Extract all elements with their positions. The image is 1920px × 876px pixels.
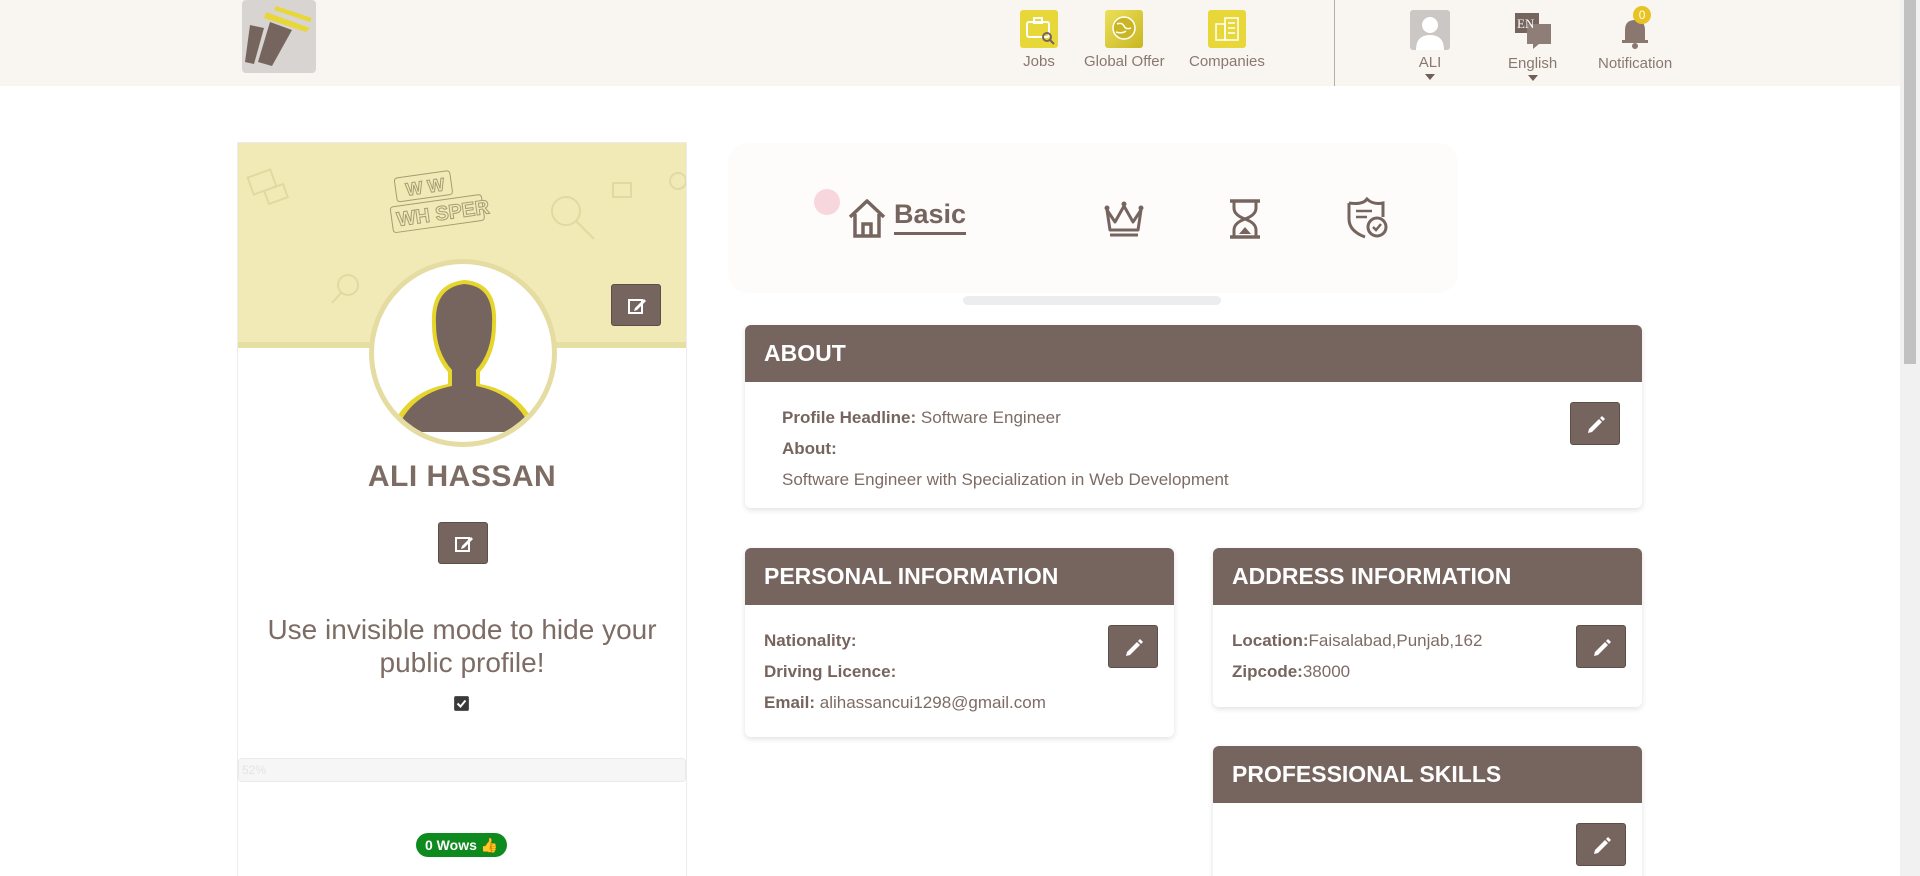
tabs-scroll-indicator[interactable] <box>963 296 1221 305</box>
about-headline-row: Profile Headline: Software Engineer <box>782 402 1605 433</box>
language-code: EN <box>1517 16 1535 31</box>
profile-completion-progress: 52% <box>238 758 686 782</box>
hourglass-icon <box>1230 199 1260 239</box>
location-row: Location:Faisalabad,Punjab,162 <box>1232 625 1623 656</box>
pencil-icon <box>1594 837 1611 854</box>
page-scrollbar[interactable] <box>1900 0 1920 876</box>
professional-skills-body <box>1213 803 1642 876</box>
email-value: alihassancui1298@gmail.com <box>819 693 1046 712</box>
about-row: About: <box>782 433 1605 464</box>
language-icon: EN <box>1513 10 1553 50</box>
tab-experience[interactable] <box>1227 198 1263 245</box>
personal-info-card: PERSONAL INFORMATION Nationality: Drivin… <box>745 548 1174 737</box>
nationality-row: Nationality: <box>764 625 1155 656</box>
app-logo[interactable] <box>242 0 316 73</box>
about-card: ABOUT Profile Headline: Software Enginee… <box>745 325 1642 508</box>
address-info-title: ADDRESS INFORMATION <box>1213 548 1642 605</box>
invisible-mode-checkbox[interactable] <box>454 696 469 711</box>
nav-companies[interactable]: Companies <box>1189 10 1265 70</box>
invisible-mode-text: Use invisible mode to hide your public p… <box>267 614 657 678</box>
nav-language[interactable]: EN English <box>1508 10 1557 81</box>
nav-global-offer-label: Global Offer <box>1084 53 1165 70</box>
scrollbar-thumb[interactable] <box>1904 0 1916 364</box>
check-icon <box>455 697 468 710</box>
notification-count-badge: 0 <box>1633 6 1652 24</box>
location-label: Location: <box>1232 631 1309 650</box>
wows-label: 0 Wows <box>425 837 477 853</box>
globe-icon <box>1105 10 1144 48</box>
edit-cover-button[interactable] <box>611 284 661 326</box>
nav-divider <box>1334 0 1335 86</box>
zipcode-value: 38000 <box>1302 662 1351 681</box>
address-info-body: Location:Faisalabad,Punjab,162 Zipcode:3… <box>1213 605 1642 707</box>
about-value: Software Engineer with Specialization in… <box>782 470 1229 489</box>
user-avatar-icon <box>1410 10 1450 50</box>
email-row: Email: alihassancui1298@gmail.com <box>764 687 1155 718</box>
location-value: Faisalabad,Punjab,162 <box>1308 631 1483 650</box>
profile-name: ALI HASSAN <box>367 460 557 493</box>
nav-global-offer[interactable]: Global Offer <box>1084 10 1165 70</box>
about-body: Profile Headline: Software Engineer Abou… <box>745 382 1642 508</box>
bell-icon: 0 <box>1615 6 1655 50</box>
logo-icon <box>245 6 312 66</box>
headline-value: Software Engineer <box>920 408 1061 427</box>
personal-info-body: Nationality: Driving Licence: Email: ali… <box>745 605 1174 737</box>
zipcode-label: Zipcode: <box>1232 662 1303 681</box>
top-navigation: Jobs Global Offer Companies ALI EN Engli… <box>0 0 1900 86</box>
nav-jobs[interactable]: Jobs <box>1020 10 1058 70</box>
driving-licence-row: Driving Licence: <box>764 656 1155 687</box>
nationality-label: Nationality: <box>764 631 857 650</box>
tab-basic-label[interactable]: Basic <box>894 199 967 235</box>
professional-skills-card: PROFESSIONAL SKILLS <box>1213 746 1642 876</box>
shield-check-icon <box>1347 196 1388 239</box>
edit-address-button[interactable] <box>1576 625 1626 668</box>
progress-label: 52% <box>242 763 267 777</box>
buildings-icon <box>1207 10 1246 48</box>
edit-personal-info-button[interactable] <box>1108 625 1158 668</box>
home-icon <box>848 199 886 238</box>
edit-name-button[interactable] <box>438 522 488 564</box>
profile-photo[interactable] <box>369 259 557 447</box>
driving-licence-label: Driving Licence: <box>764 662 897 681</box>
pencil-icon <box>1594 639 1611 656</box>
nav-notification-label: Notification <box>1598 55 1673 72</box>
pencil-icon <box>1588 416 1605 433</box>
wows-badge[interactable]: 0 Wows 👍 <box>416 833 508 857</box>
headline-label: Profile Headline: <box>782 408 917 427</box>
briefcase-search-icon <box>1020 10 1058 48</box>
tab-premium[interactable] <box>1103 200 1145 243</box>
tab-ripple <box>814 189 840 215</box>
nav-language-label: English <box>1508 55 1558 72</box>
avatar-silhouette-icon <box>390 280 538 432</box>
chevron-down-icon <box>1527 75 1538 81</box>
edit-icon <box>455 537 473 552</box>
address-info-card: ADDRESS INFORMATION Location:Faisalabad,… <box>1213 548 1642 707</box>
email-label: Email: <box>764 693 816 712</box>
nav-jobs-label: Jobs <box>1023 53 1055 70</box>
edit-icon <box>628 299 646 314</box>
nav-user-menu[interactable]: ALI <box>1410 10 1450 80</box>
about-label: About: <box>782 439 837 458</box>
thumbs-up-icon: 👍 <box>480 837 499 853</box>
nav-companies-label: Companies <box>1189 53 1265 70</box>
tab-verification[interactable] <box>1345 196 1389 244</box>
edit-skills-button[interactable] <box>1576 823 1626 866</box>
personal-info-title: PERSONAL INFORMATION <box>745 548 1174 605</box>
crown-icon <box>1104 201 1144 237</box>
professional-skills-title: PROFESSIONAL SKILLS <box>1213 746 1642 803</box>
pencil-icon <box>1126 639 1143 656</box>
profile-page: Jobs Global Offer Companies ALI EN Engli… <box>0 0 1920 876</box>
profile-card: W W WH SPER ALI HASSAN Use invisible mod… <box>237 142 687 876</box>
nav-notification[interactable]: 0 Notification <box>1598 6 1673 72</box>
tab-basic[interactable] <box>847 197 887 244</box>
chevron-down-icon <box>1425 74 1435 80</box>
nav-user-label: ALI <box>1418 54 1442 71</box>
edit-about-button[interactable] <box>1570 402 1620 445</box>
about-title: ABOUT <box>745 325 1642 382</box>
zipcode-row: Zipcode:38000 <box>1232 656 1623 687</box>
